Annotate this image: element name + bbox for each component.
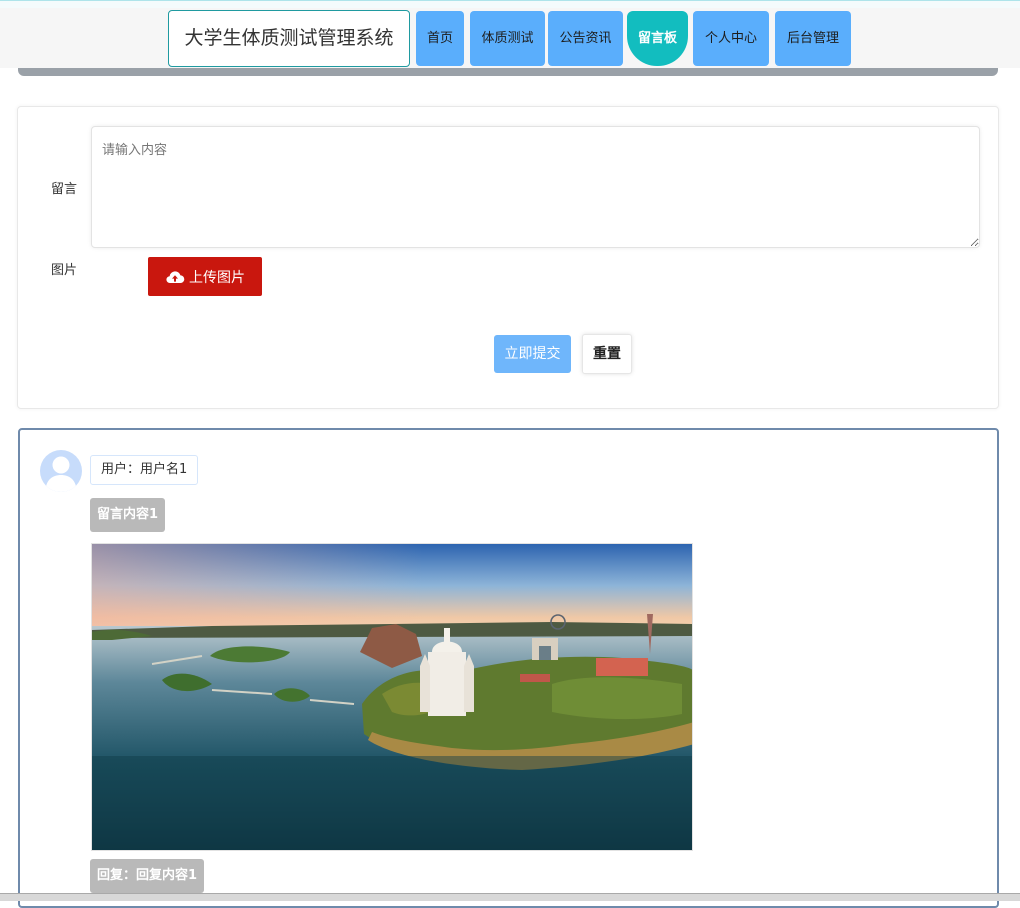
message-reply: 回复：回复内容1 xyxy=(90,859,205,893)
message-form: 留言 图片 上传图片 立即提交 重置 xyxy=(17,106,999,409)
reset-button[interactable]: 重置 xyxy=(582,334,632,374)
cloud-upload-icon xyxy=(166,270,185,283)
user-avatar-icon xyxy=(40,450,82,492)
message-content: 留言内容1 xyxy=(90,498,166,532)
message-image xyxy=(91,543,693,851)
site-title: 大学生体质测试管理系统 xyxy=(168,10,410,67)
message-input[interactable] xyxy=(91,126,980,248)
message-username: 用户：用户名1 xyxy=(90,455,199,485)
nav-home[interactable]: 首页 xyxy=(416,11,464,66)
bottom-scrollbar[interactable] xyxy=(0,893,1020,901)
submit-button[interactable]: 立即提交 xyxy=(494,335,571,373)
upload-image-button[interactable]: 上传图片 xyxy=(148,257,262,296)
nav-message-board[interactable]: 留言板 xyxy=(627,11,688,66)
message-label: 留言 xyxy=(51,182,78,197)
nav-fitness-test[interactable]: 体质测试 xyxy=(470,11,545,66)
nav-admin[interactable]: 后台管理 xyxy=(775,11,851,66)
top-navbar: 大学生体质测试管理系统 首页 体质测试 公告资讯 留言板 个人中心 后台管理 xyxy=(0,8,1020,68)
horizontal-scrollbar[interactable] xyxy=(18,68,998,76)
image-label: 图片 xyxy=(51,263,78,278)
nav-personal-center[interactable]: 个人中心 xyxy=(693,11,769,66)
nav-announcements[interactable]: 公告资讯 xyxy=(548,11,623,66)
top-accent-line xyxy=(0,0,1020,8)
message-item: 用户：用户名1 留言内容1 回复：回复内容1 xyxy=(18,428,999,908)
upload-button-label: 上传图片 xyxy=(189,269,245,286)
